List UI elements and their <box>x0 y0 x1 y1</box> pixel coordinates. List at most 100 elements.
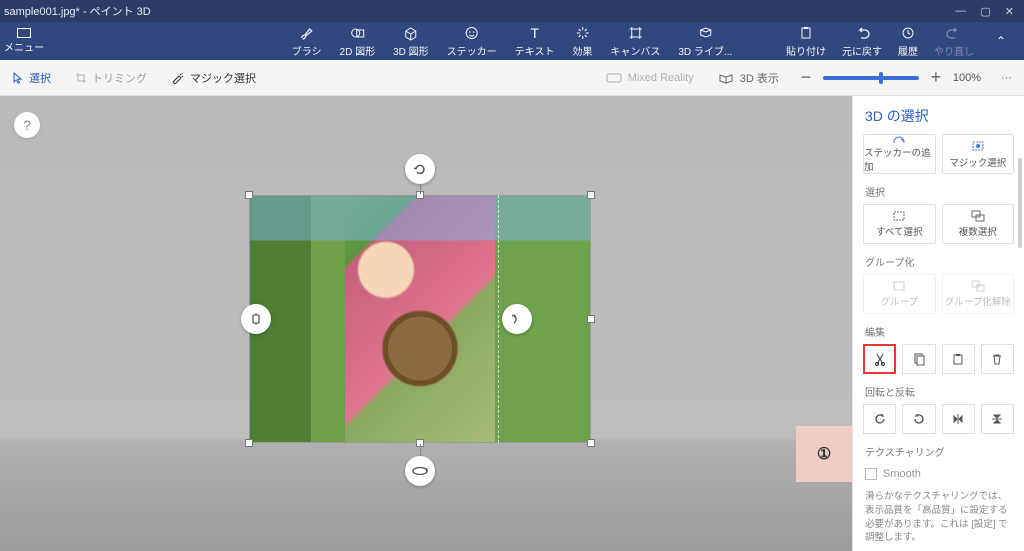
rotate-x-handle[interactable] <box>241 304 271 334</box>
texture-note: 滑らかなテクスチャリングでは、表示品質を「高品質」に設定する必要があります。これ… <box>853 484 1024 551</box>
sub-toolbar: 選択 トリミング マジック選択 Mixed Reality 3D 表示 − + … <box>0 60 1024 96</box>
main-area: ? ① 3D の選択 ステッカーの追加 <box>0 96 1024 551</box>
ungroup-icon <box>971 280 985 292</box>
cursor-icon <box>12 72 24 84</box>
selected-image[interactable] <box>250 196 590 442</box>
sticker-add-icon <box>891 135 907 143</box>
magic-select-icon <box>970 139 986 153</box>
title-bar: sample001.jpg* - ペイント 3D — ▢ ✕ <box>0 0 1024 22</box>
effects-button[interactable]: 効果 <box>572 25 592 58</box>
shapes3d-button[interactable]: 3D 図形 <box>393 25 429 58</box>
view3d-icon <box>718 72 734 84</box>
depth-handle[interactable] <box>405 456 435 486</box>
rotate-y-handle[interactable] <box>502 304 532 334</box>
rotate-section-label: 回転と反転 <box>853 374 1024 404</box>
resize-handle-tl[interactable] <box>245 191 253 199</box>
text-button[interactable]: Tテキスト <box>515 25 555 58</box>
view3d-button[interactable]: 3D 表示 <box>708 70 789 86</box>
select-tool[interactable]: 選択 <box>0 60 63 95</box>
maximize-button[interactable]: ▢ <box>980 5 990 18</box>
rotate-z-handle[interactable] <box>405 154 435 184</box>
paste-button-panel[interactable] <box>942 344 975 374</box>
cut-icon <box>873 352 887 366</box>
paste-icon <box>951 352 965 366</box>
library-icon <box>697 25 713 41</box>
trash-icon <box>990 352 1004 366</box>
magic-select-tool[interactable]: マジック選択 <box>159 60 268 95</box>
window-controls: — ▢ ✕ <box>955 5 1020 18</box>
selection-bounds[interactable] <box>250 196 590 442</box>
canvas[interactable]: ? ① <box>0 96 852 551</box>
brushes-button[interactable]: ブラシ <box>292 25 322 58</box>
add-sticker-button[interactable]: ステッカーの追加 <box>863 134 936 174</box>
ribbon-tools: ブラシ 2D 図形 3D 図形 ステッカー Tテキスト 効果 キャンバス 3D … <box>292 25 733 58</box>
more-button[interactable]: ⋯ <box>991 71 1024 84</box>
resize-handle-br[interactable] <box>587 439 595 447</box>
svg-text:T: T <box>530 25 539 41</box>
multi-select-button[interactable]: 複数選択 <box>942 204 1015 244</box>
cut-button[interactable] <box>863 344 896 374</box>
window-title: sample001.jpg* - ペイント 3D <box>4 3 151 19</box>
help-button[interactable]: ? <box>14 112 40 138</box>
annotation-callout: ① <box>796 426 852 482</box>
expand-chevron-icon[interactable]: ⌃ <box>990 34 1012 48</box>
flip-h-icon <box>951 412 965 426</box>
canvas-button[interactable]: キャンバス <box>610 25 660 58</box>
canvas-icon <box>627 25 643 41</box>
ribbon: メニュー ブラシ 2D 図形 3D 図形 ステッカー Tテキスト 効果 キャンバ… <box>0 22 1024 60</box>
shapes3d-icon <box>403 25 419 41</box>
undo-icon <box>854 25 870 41</box>
delete-button[interactable] <box>981 344 1014 374</box>
ungroup-button: グループ化解除 <box>942 274 1015 314</box>
selection-guide <box>498 195 499 443</box>
crop-icon <box>75 72 87 84</box>
paste-button[interactable]: 貼り付け <box>786 25 826 58</box>
rotate-cw-icon <box>912 412 926 426</box>
mixed-reality-button[interactable]: Mixed Reality <box>592 72 708 84</box>
panel-title: 3D の選択 <box>853 96 1024 134</box>
crop-tool[interactable]: トリミング <box>63 60 159 95</box>
group-button: グループ <box>863 274 936 314</box>
effects-icon <box>574 25 590 41</box>
paste-icon <box>798 25 814 41</box>
close-button[interactable]: ✕ <box>1005 5 1014 18</box>
redo-icon <box>946 25 962 41</box>
side-panel: 3D の選択 ステッカーの追加 マジック選択 選択 すべて選択 複数選択 グルー… <box>852 96 1024 551</box>
history-button[interactable]: 履歴 <box>898 25 918 58</box>
edit-section-label: 編集 <box>853 314 1024 344</box>
minimize-button[interactable]: — <box>955 5 966 18</box>
zoom-slider[interactable] <box>823 76 919 80</box>
resize-handle-tr[interactable] <box>587 191 595 199</box>
magic-select-button[interactable]: マジック選択 <box>942 134 1015 174</box>
resize-handle-bl[interactable] <box>245 439 253 447</box>
zoom-in-button[interactable]: + <box>929 67 943 88</box>
menu-label: メニュー <box>4 39 44 54</box>
scrollbar[interactable] <box>1018 158 1022 248</box>
smooth-checkbox[interactable]: Smooth <box>853 464 1024 484</box>
flip-v-icon <box>990 412 1004 426</box>
group-icon <box>892 280 906 292</box>
menu-button[interactable]: メニュー <box>0 28 44 54</box>
resize-handle-r[interactable] <box>587 315 595 323</box>
vr-icon <box>606 72 622 84</box>
rotate-cw-button[interactable] <box>902 404 935 434</box>
brush-icon <box>299 25 315 41</box>
ribbon-right: 貼り付け 元に戻す 履歴 やり直し ⌃ <box>786 25 1024 58</box>
history-icon <box>900 25 916 41</box>
rotate-ccw-icon <box>873 412 887 426</box>
texture-section-label: テクスチャリング <box>853 434 1024 464</box>
flip-h-button[interactable] <box>942 404 975 434</box>
zoom-out-button[interactable]: − <box>799 67 813 88</box>
flip-v-button[interactable] <box>981 404 1014 434</box>
stickers-button[interactable]: ステッカー <box>447 25 497 58</box>
undo-button[interactable]: 元に戻す <box>842 25 882 58</box>
rotate-ccw-button[interactable] <box>863 404 896 434</box>
select-all-icon <box>892 210 906 222</box>
select-section-label: 選択 <box>853 174 1024 204</box>
library3d-button[interactable]: 3D ライブ... <box>678 25 732 58</box>
shapes2d-button[interactable]: 2D 図形 <box>340 25 376 58</box>
copy-button[interactable] <box>902 344 935 374</box>
redo-button: やり直し <box>934 25 974 58</box>
select-all-button[interactable]: すべて選択 <box>863 204 936 244</box>
checkbox-icon <box>865 468 877 480</box>
